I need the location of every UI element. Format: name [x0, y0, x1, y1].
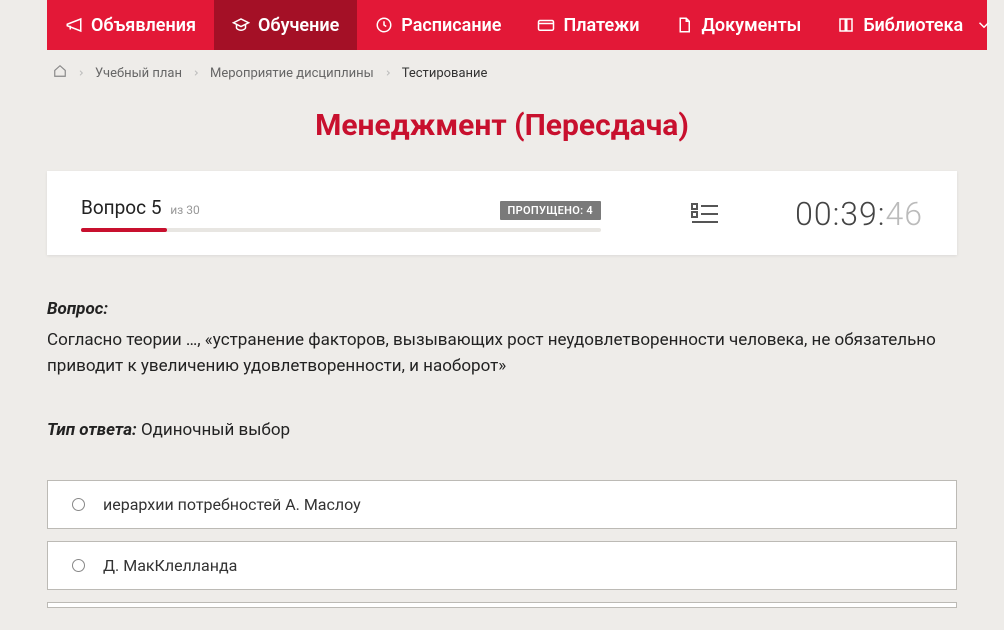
nav-label: Объявления — [91, 15, 196, 36]
question-body: Вопрос: Согласно теории …, «устранение ф… — [47, 299, 957, 440]
option-text: иерархии потребностей А. Маслоу — [103, 495, 361, 514]
breadcrumb-home[interactable] — [53, 64, 67, 82]
test-status-card: Вопрос 5 из 30 ПРОПУЩЕНО: 4 — [47, 171, 957, 255]
megaphone-icon — [65, 16, 83, 34]
chevron-down-icon — [975, 16, 993, 34]
breadcrumb-discipline-event[interactable]: Мероприятие дисциплины — [210, 66, 374, 81]
nav-schedule[interactable]: Расписание — [357, 0, 519, 50]
progress-fill — [81, 228, 167, 232]
timer-minutes: 00:39: — [795, 195, 885, 233]
question-total: из 30 — [170, 203, 200, 217]
question-text: Согласно теории …, «устранение факторов,… — [47, 327, 957, 380]
nav-label: Документы — [701, 15, 801, 36]
timer-seconds: 46 — [886, 195, 924, 233]
radio-icon — [72, 498, 85, 511]
question-label: Вопрос 5 — [81, 196, 166, 219]
radio-icon — [72, 559, 85, 572]
nav-learning[interactable]: Обучение — [214, 0, 357, 50]
graduation-cap-icon — [232, 16, 250, 34]
breadcrumb: Учебный план Мероприятие дисциплины Тест… — [17, 50, 987, 90]
chevron-right-icon — [77, 68, 85, 78]
card-icon — [537, 16, 555, 34]
option-text: Д. МакКлелланда — [103, 556, 237, 575]
chevron-right-icon — [384, 68, 392, 78]
nav-label: Расписание — [401, 15, 501, 36]
progress-bar — [81, 228, 601, 232]
answer-option-partial[interactable] — [47, 602, 957, 608]
question-list-button[interactable] — [691, 202, 719, 226]
timer: 00:39:46 — [795, 195, 923, 233]
answer-type: Тип ответа: Одиночный выбор — [47, 420, 957, 440]
document-icon — [675, 16, 693, 34]
clock-icon — [375, 16, 393, 34]
nav-announcements[interactable]: Объявления — [47, 0, 214, 50]
nav-label: Платежи — [563, 15, 639, 36]
answer-type-value: Одиночный выбор — [141, 420, 290, 440]
chevron-right-icon — [192, 68, 200, 78]
question-heading: Вопрос: — [47, 299, 957, 319]
main-nav: Объявления Обучение Расписание Платежи — [47, 0, 987, 50]
book-icon — [837, 16, 855, 34]
nav-library[interactable]: Библиотека — [819, 0, 1004, 50]
answer-option[interactable]: Д. МакКлелланда — [47, 541, 957, 590]
home-icon — [53, 64, 67, 78]
answer-type-label: Тип ответа: — [47, 420, 137, 440]
answer-option[interactable]: иерархии потребностей А. Маслоу — [47, 480, 957, 529]
nav-documents[interactable]: Документы — [657, 0, 819, 50]
nav-label: Обучение — [258, 15, 339, 36]
skipped-badge: ПРОПУЩЕНО: 4 — [500, 201, 601, 220]
answer-options: иерархии потребностей А. Маслоу Д. МакКл… — [47, 480, 957, 608]
nav-payments[interactable]: Платежи — [519, 0, 657, 50]
breadcrumb-current: Тестирование — [402, 66, 488, 81]
breadcrumb-curriculum[interactable]: Учебный план — [95, 66, 182, 81]
question-progress-block: Вопрос 5 из 30 ПРОПУЩЕНО: 4 — [81, 196, 601, 232]
nav-label: Библиотека — [863, 15, 963, 36]
page-title: Менеджмент (Пересдача) — [17, 108, 987, 143]
